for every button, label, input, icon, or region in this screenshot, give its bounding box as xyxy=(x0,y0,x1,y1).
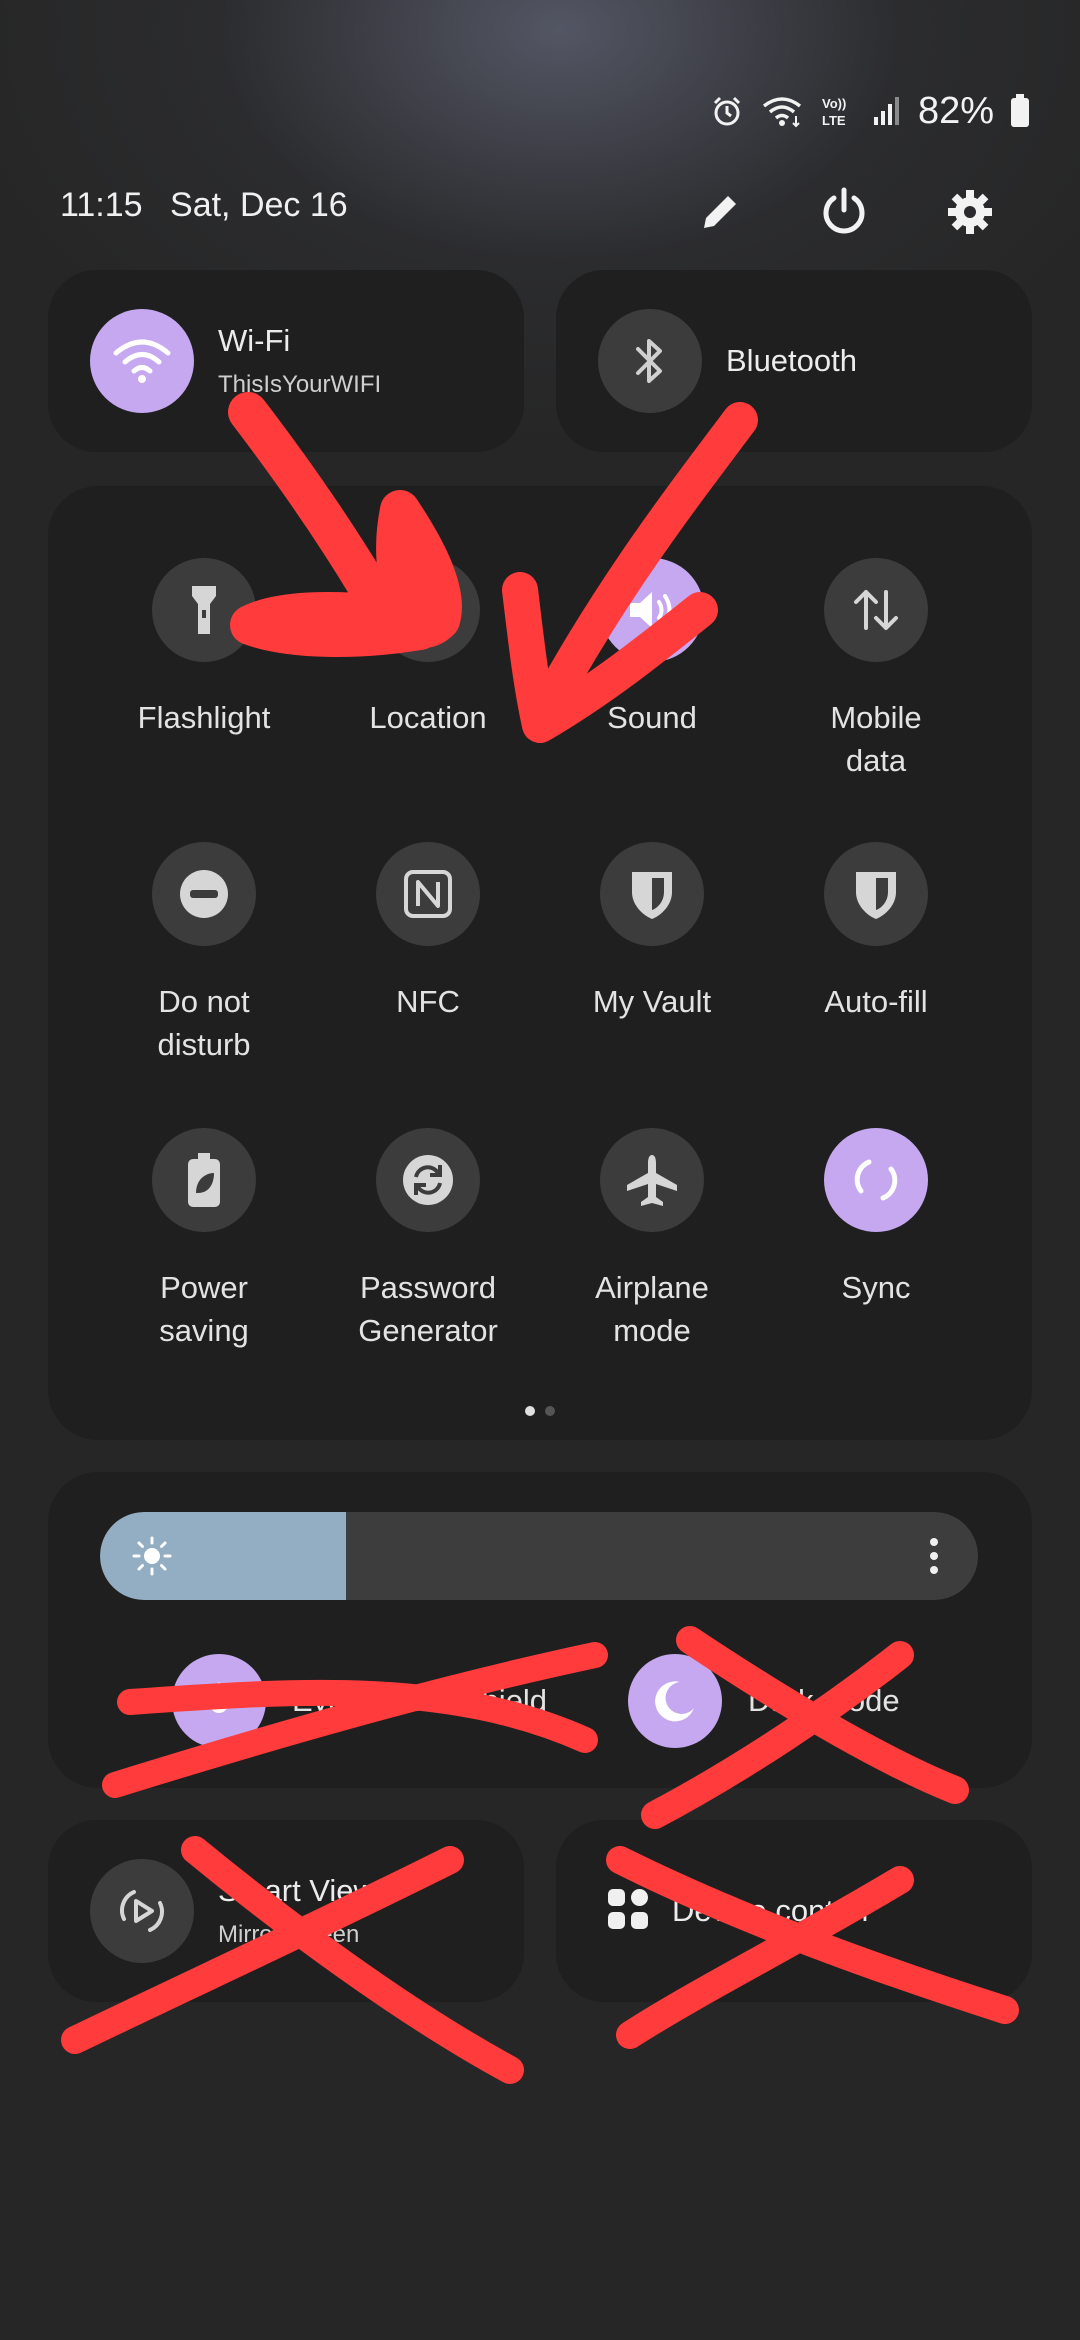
sound-label: Sound xyxy=(607,700,697,735)
page-dot-2[interactable] xyxy=(545,1406,555,1416)
moon-icon[interactable] xyxy=(628,1654,722,1748)
bluetooth-tile[interactable]: Bluetooth xyxy=(556,270,1032,452)
location-label: Location xyxy=(369,700,487,735)
brightness-slider[interactable] xyxy=(100,1512,978,1600)
shield-icon[interactable] xyxy=(600,842,704,946)
page-indicator xyxy=(525,1406,555,1416)
more-vertical-icon[interactable] xyxy=(928,1536,940,1581)
auto-fill-tile[interactable]: Auto-fill xyxy=(764,842,988,1023)
signal-icon xyxy=(872,95,902,127)
flashlight-tile[interactable]: Flashlight xyxy=(92,558,316,739)
location-tile[interactable]: Location xyxy=(316,558,540,739)
clock-date-text: Sat, Dec 16 xyxy=(170,186,348,224)
page-dot-1[interactable] xyxy=(525,1406,535,1416)
location-icon[interactable] xyxy=(376,558,480,662)
my-vault-tile[interactable]: My Vault xyxy=(540,842,764,1023)
nfc-label: NFC xyxy=(396,984,460,1019)
eye-comfort-icon[interactable] xyxy=(172,1654,266,1748)
edit-icon[interactable] xyxy=(688,180,752,244)
eye-comfort-toggle[interactable]: Eye comfort shield xyxy=(172,1654,547,1748)
sync-label: Sync xyxy=(841,1270,911,1305)
device-control-tile[interactable]: Device control xyxy=(556,1820,1032,2002)
device-control-title: Device control xyxy=(672,1893,869,1928)
do-not-disturb-icon[interactable] xyxy=(152,842,256,946)
battery-icon xyxy=(1010,94,1030,128)
sound-icon[interactable] xyxy=(600,558,704,662)
airplane-mode-label: Airplane mode xyxy=(595,1270,709,1348)
battery-leaf-icon[interactable] xyxy=(152,1128,256,1232)
do-not-disturb-label: Do not disturb xyxy=(157,984,251,1062)
bluetooth-title: Bluetooth xyxy=(726,343,857,378)
status-bar: Vo)) LTE 82% xyxy=(710,84,1030,138)
smart-view-subtitle: Mirror screen xyxy=(218,1921,360,1948)
power-saving-tile[interactable]: Power saving xyxy=(92,1128,316,1352)
smart-view-title: Smart View xyxy=(218,1873,376,1908)
sun-icon xyxy=(130,1534,174,1583)
smart-view-tile[interactable]: Smart View Mirror screen xyxy=(48,1820,524,2002)
auto-fill-label: Auto-fill xyxy=(824,984,928,1019)
password-generator-tile[interactable]: Password Generator xyxy=(316,1128,540,1352)
wifi-tile-icon[interactable] xyxy=(90,309,194,413)
dark-mode-toggle[interactable]: Dark mode xyxy=(628,1654,900,1748)
bluetooth-icon[interactable] xyxy=(598,309,702,413)
wifi-title: Wi-Fi xyxy=(218,323,291,358)
dark-mode-label: Dark mode xyxy=(748,1683,900,1718)
airplane-icon[interactable] xyxy=(600,1128,704,1232)
do-not-disturb-tile[interactable]: Do not disturb xyxy=(92,842,316,1066)
mobile-data-label: Mobile data xyxy=(830,700,922,778)
flashlight-label: Flashlight xyxy=(137,700,271,735)
password-generator-label: Password Generator xyxy=(358,1270,498,1348)
wifi-icon xyxy=(760,94,804,128)
mobile-data-tile[interactable]: Mobile data xyxy=(764,558,988,782)
power-icon[interactable] xyxy=(812,180,876,244)
volte-icon: Vo)) LTE xyxy=(820,93,856,129)
settings-icon[interactable] xyxy=(938,180,1002,244)
svg-text:LTE: LTE xyxy=(822,113,846,128)
mobile-data-icon[interactable] xyxy=(824,558,928,662)
alarm-icon xyxy=(710,94,744,128)
brightness-panel: Eye comfort shield Dark mode xyxy=(48,1472,1032,1788)
refresh-icon[interactable] xyxy=(376,1128,480,1232)
clock-time: 11:15 xyxy=(60,186,143,224)
shield-icon[interactable] xyxy=(824,842,928,946)
sync-tile[interactable]: Sync xyxy=(764,1128,988,1309)
flashlight-icon[interactable] xyxy=(152,558,256,662)
quick-settings-grid: Flashlight Location Sound Mobile data Do… xyxy=(48,486,1032,1440)
nfc-icon[interactable] xyxy=(376,842,480,946)
svg-text:Vo)): Vo)) xyxy=(822,96,846,111)
airplane-mode-tile[interactable]: Airplane mode xyxy=(540,1128,764,1352)
clock-date: 11:15 Sat, Dec 16 xyxy=(60,186,366,225)
my-vault-label: My Vault xyxy=(592,984,712,1019)
nfc-tile[interactable]: NFC xyxy=(316,842,540,1023)
wifi-network-name: ThisIsYourWIFI xyxy=(218,371,382,398)
power-saving-label: Power saving xyxy=(159,1270,249,1348)
eye-comfort-label: Eye comfort shield xyxy=(292,1683,547,1718)
wifi-tile[interactable]: Wi-Fi ThisIsYourWIFI xyxy=(48,270,524,452)
battery-percent: 82% xyxy=(917,89,994,132)
sync-icon[interactable] xyxy=(824,1128,928,1232)
grid-icon[interactable] xyxy=(606,1887,650,1936)
sound-tile[interactable]: Sound xyxy=(540,558,764,739)
smart-view-icon[interactable] xyxy=(90,1859,194,1963)
